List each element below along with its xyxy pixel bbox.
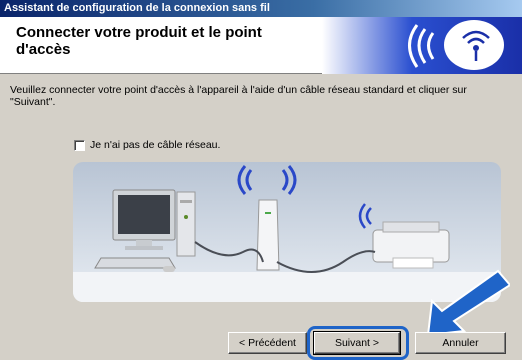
no-cable-checkbox[interactable] bbox=[74, 139, 85, 151]
cancel-button[interactable]: Annuler bbox=[415, 332, 506, 354]
window-titlebar: Assistant de configuration de la connexi… bbox=[0, 0, 522, 17]
wizard-body: Veuillez connecter votre point d'accès à… bbox=[0, 74, 522, 360]
previous-button[interactable]: < Précédent bbox=[228, 332, 307, 354]
window-title: Assistant de configuration de la connexi… bbox=[4, 2, 270, 14]
computer-tower-icon bbox=[176, 191, 196, 257]
page-title: Connecter votre produit et le point d'ac… bbox=[16, 24, 262, 58]
next-button[interactable]: Suivant > bbox=[313, 331, 401, 355]
instruction-text: Veuillez connecter votre point d'accès à… bbox=[10, 84, 467, 108]
no-cable-option[interactable]: Je n'ai pas de câble réseau. bbox=[74, 139, 220, 151]
pointer-arrow-icon bbox=[426, 269, 510, 337]
wizard-header: Connecter votre produit et le point d'ac… bbox=[0, 17, 522, 74]
wireless-signal-icon bbox=[322, 17, 522, 74]
no-cable-label: Je n'ai pas de câble réseau. bbox=[90, 139, 221, 151]
